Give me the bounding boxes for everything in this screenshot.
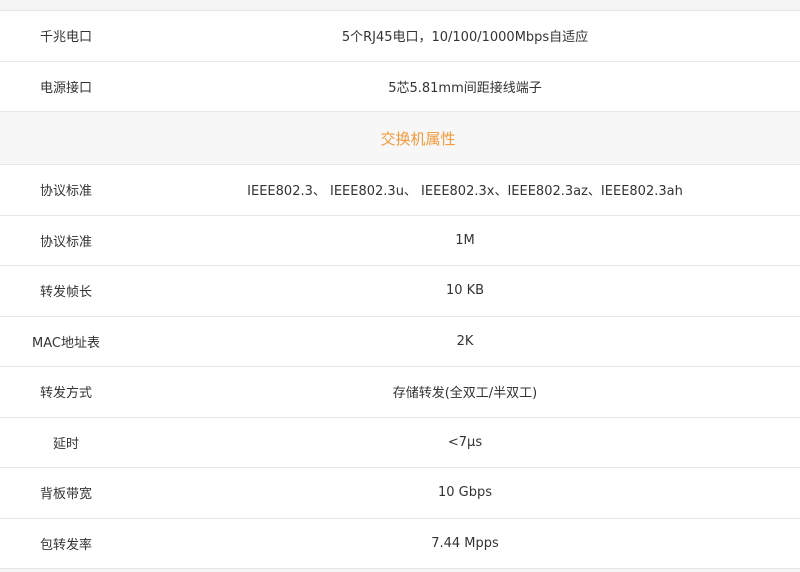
- table-row: 协议标准 IEEE802.3、 IEEE802.3u、 IEEE802.3x、I…: [0, 165, 800, 216]
- table-row: 千兆电口 5个RJ45电口，10/100/1000Mbps自适应: [0, 11, 800, 62]
- table-row: 背板带宽 10 Gbps: [0, 468, 800, 519]
- spec-value: 存储转发(全双工/半双工): [392, 386, 538, 402]
- table-row: 转发帧长 10 KB: [0, 266, 800, 317]
- table-row: 协议标准 1M: [0, 216, 800, 266]
- spec-label: 千兆电口: [39, 30, 92, 46]
- spec-page: 千兆电口 5个RJ45电口，10/100/1000Mbps自适应 电源接口 5芯…: [0, 0, 800, 572]
- spec-value: 5芯5.81mm间距接线端子: [388, 80, 542, 96]
- spec-value: 1M: [455, 232, 475, 248]
- spec-value: 2K: [456, 333, 474, 349]
- table-row: 转发方式 存储转发(全双工/半双工): [0, 367, 800, 418]
- spec-label: 协议标准: [39, 184, 92, 200]
- spec-value: 10 Gbps: [437, 485, 493, 501]
- spec-label: 延时: [52, 436, 79, 452]
- spec-value: IEEE802.3、 IEEE802.3u、 IEEE802.3x、IEEE80…: [247, 184, 683, 200]
- table-top-band: [0, 0, 800, 11]
- spec-label: 协议标准: [39, 234, 92, 250]
- spec-label: 转发帧长: [39, 285, 92, 301]
- table-row: 电源接口 5芯5.81mm间距接线端子: [0, 62, 800, 112]
- spec-label: 转发方式: [39, 386, 92, 402]
- spec-value: 5个RJ45电口，10/100/1000Mbps自适应: [341, 30, 589, 46]
- spec-value: 7.44 Mpps: [431, 535, 499, 551]
- spec-table: 千兆电口 5个RJ45电口，10/100/1000Mbps自适应 电源接口 5芯…: [0, 11, 800, 569]
- spec-value: <7μs: [447, 434, 483, 450]
- spec-label: 电源接口: [39, 80, 92, 96]
- table-row: MAC地址表 2K: [0, 317, 800, 367]
- spec-label: 背板带宽: [39, 487, 92, 503]
- spec-value: 10 KB: [445, 283, 485, 299]
- table-row: 包转发率 7.44 Mpps: [0, 519, 800, 569]
- section-title: 交换机属性: [380, 129, 456, 148]
- table-row: 延时 <7μs: [0, 418, 800, 468]
- spec-label: MAC地址表: [32, 335, 100, 351]
- spec-label: 包转发率: [39, 537, 92, 553]
- section-header: 交换机属性: [0, 112, 800, 165]
